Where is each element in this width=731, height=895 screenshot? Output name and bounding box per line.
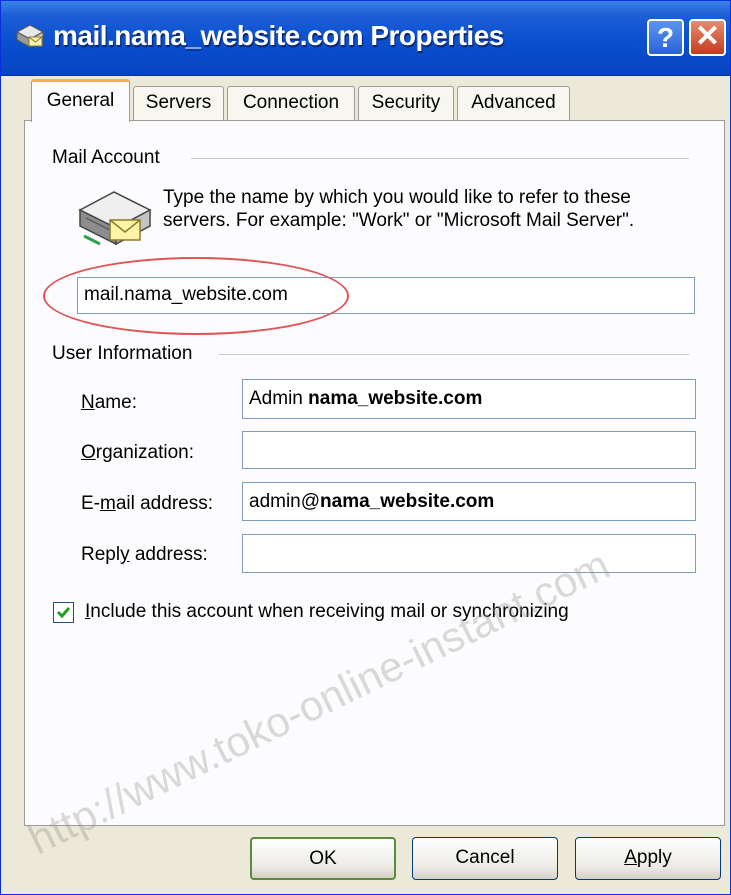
close-icon: ✕: [694, 20, 721, 53]
checkmark-icon: [54, 607, 73, 626]
include-account-label[interactable]: Include this account when receiving mail…: [85, 601, 569, 623]
help-icon: ?: [656, 22, 675, 53]
ok-button[interactable]: OK: [250, 837, 396, 880]
user-information-group-label: User Information: [52, 343, 203, 365]
user-information-divider: [219, 354, 689, 355]
organization-label-rest: rganization:: [95, 442, 195, 463]
organization-label: Organization:: [81, 442, 194, 464]
name-input[interactable]: Admin nama_website.com: [242, 379, 696, 419]
mail-account-group-label: Mail Account: [52, 147, 170, 169]
name-value-plain: Admin: [249, 388, 309, 409]
apply-mnemonic: A: [624, 847, 637, 868]
mail-server-envelope-icon: [74, 186, 156, 252]
tab-connection[interactable]: Connection: [227, 86, 355, 120]
reply-label-rest: address:: [129, 544, 208, 565]
close-button[interactable]: ✕: [689, 19, 726, 56]
apply-button[interactable]: Apply: [575, 837, 721, 880]
tab-general[interactable]: General: [31, 79, 130, 122]
name-label: Name:: [81, 392, 137, 414]
apply-label-rest: pply: [636, 847, 672, 868]
email-label: E-mail address:: [81, 493, 213, 515]
email-input[interactable]: admin@nama_website.com: [242, 482, 696, 521]
cancel-button[interactable]: Cancel: [412, 837, 558, 880]
tab-servers[interactable]: Servers: [133, 86, 224, 120]
window-title: mail.nama_website.com Properties: [53, 20, 504, 51]
reply-address-input[interactable]: [242, 534, 696, 573]
include-account-checkbox[interactable]: [53, 602, 74, 623]
tab-security[interactable]: Security: [358, 86, 454, 120]
email-label-pre: E-: [81, 493, 100, 514]
help-button[interactable]: ?: [647, 19, 684, 56]
account-name-value: mail.nama_website.com: [84, 284, 288, 305]
email-label-rest: ail address:: [115, 493, 213, 514]
mail-account-description: Type the name by which you would like to…: [163, 187, 635, 231]
email-value-bold: nama_website.com: [320, 491, 495, 512]
name-label-rest: ame:: [94, 392, 137, 413]
account-name-input[interactable]: mail.nama_website.com: [77, 277, 695, 314]
name-label-mnemonic: N: [81, 392, 95, 413]
reply-label-mnemonic: y: [120, 544, 130, 565]
name-value-bold: nama_website.com: [308, 388, 483, 409]
mail-server-icon: [15, 22, 45, 50]
properties-dialog: mail.nama_website.com Properties ? ✕ Gen…: [0, 0, 731, 895]
reply-label-pre: Repl: [81, 544, 121, 565]
tab-advanced[interactable]: Advanced: [457, 86, 570, 120]
reply-address-label: Reply address:: [81, 544, 208, 566]
organization-input[interactable]: [242, 431, 696, 469]
title-bar[interactable]: mail.nama_website.com Properties ? ✕: [1, 1, 730, 76]
organization-label-mnemonic: O: [81, 442, 96, 463]
email-value-plain: admin@: [249, 491, 321, 512]
include-account-label-rest: nclude this account when receiving mail …: [90, 601, 569, 622]
email-label-mnemonic: m: [100, 493, 116, 514]
mail-account-divider: [191, 158, 689, 159]
